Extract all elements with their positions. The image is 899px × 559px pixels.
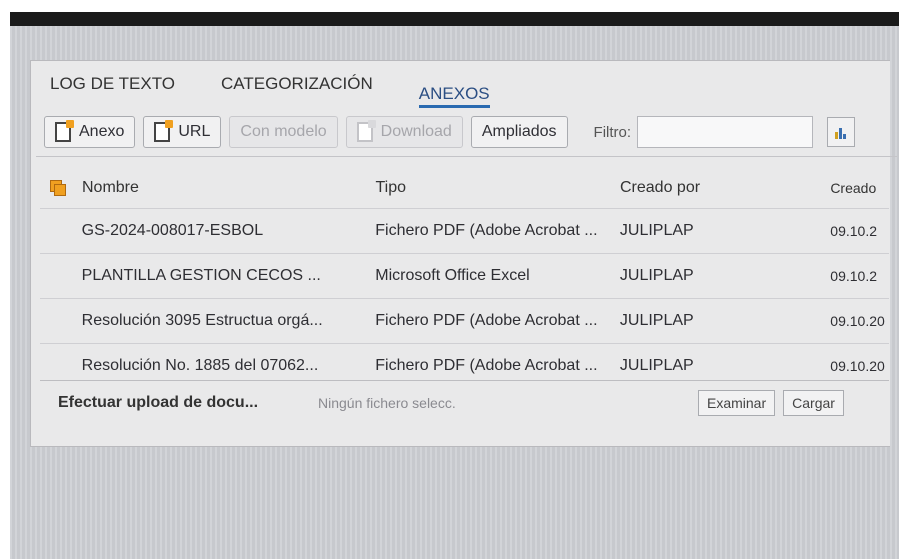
cell-tipo: Microsoft Office Excel <box>375 267 530 284</box>
toolbar: Anexo URL Con modelo Download Ampliados … <box>36 108 897 157</box>
stack-icon <box>50 180 66 196</box>
download-icon <box>356 120 376 142</box>
tab-bar: LOG DE TEXTO CATEGORIZACIÓN ANEXOS <box>50 68 536 108</box>
cell-tipo: Fichero PDF (Adobe Acrobat ... <box>375 357 598 374</box>
cell-nombre[interactable]: GS-2024-008017-ESBOL <box>82 222 376 240</box>
anexo-button[interactable]: Anexo <box>44 116 136 148</box>
new-link-icon <box>154 120 174 142</box>
cell-nombre[interactable]: Resolución 3095 Estructua orgá... <box>82 312 376 330</box>
url-button[interactable]: URL <box>143 116 222 148</box>
table-row[interactable]: Resolución 3095 Estructua orgá... Ficher… <box>40 298 889 343</box>
upload-label: Efectuar upload de docu... <box>58 394 259 411</box>
filter-input[interactable] <box>637 116 814 148</box>
column-header-tipo[interactable]: Tipo <box>375 179 620 197</box>
download-button-label: Download <box>380 123 452 140</box>
column-header-nombre[interactable]: Nombre <box>82 179 375 197</box>
tab-log-de-texto[interactable]: LOG DE TEXTO <box>50 68 175 108</box>
con-modelo-button[interactable]: Con modelo <box>229 116 338 148</box>
con-modelo-button-label: Con modelo <box>240 123 327 140</box>
upload-bar: Efectuar upload de docu... Ningún ficher… <box>40 380 889 425</box>
cell-creado: 09.10.2 <box>830 268 877 284</box>
cell-creado-por: JULIPLAP <box>619 357 694 374</box>
cell-creado-por: JULIPLAP <box>619 267 694 284</box>
cell-nombre[interactable]: Resolución No. 1885 del 07062... <box>82 357 376 375</box>
cell-creado: 09.10.20 <box>830 313 885 329</box>
table-header: Nombre Tipo Creado por Creado <box>40 168 889 208</box>
screen-bezel-top <box>10 12 899 26</box>
column-header-creado-por[interactable]: Creado por <box>620 179 830 197</box>
table-row[interactable]: PLANTILLA GESTION CECOS ... Microsoft Of… <box>40 253 889 298</box>
chart-button[interactable] <box>827 117 856 147</box>
ampliados-button-label: Ampliados <box>481 123 557 140</box>
url-button-label: URL <box>178 123 211 140</box>
column-header-creado[interactable]: Creado <box>830 180 889 196</box>
ampliados-button[interactable]: Ampliados <box>470 116 568 148</box>
selected-file-text: Ningún fichero selecc. <box>318 395 456 411</box>
cell-creado-por: JULIPLAP <box>619 312 694 329</box>
cell-tipo: Fichero PDF (Adobe Acrobat ... <box>375 222 598 239</box>
bar-chart-icon <box>835 128 847 139</box>
cargar-button[interactable]: Cargar <box>783 390 844 416</box>
examinar-button[interactable]: Examinar <box>698 390 776 416</box>
download-button[interactable]: Download <box>345 116 463 148</box>
cell-creado: 09.10.20 <box>830 358 885 374</box>
cell-creado: 09.10.2 <box>830 223 877 239</box>
cell-nombre[interactable]: PLANTILLA GESTION CECOS ... <box>82 267 376 285</box>
select-all-cell[interactable] <box>50 180 66 196</box>
tab-categorizacion[interactable]: CATEGORIZACIÓN <box>221 68 373 108</box>
table-row[interactable]: GS-2024-008017-ESBOL Fichero PDF (Adobe … <box>40 208 889 253</box>
new-document-icon <box>55 120 74 142</box>
attachments-table: Nombre Tipo Creado por Creado GS-2024-00… <box>40 168 889 388</box>
cell-tipo: Fichero PDF (Adobe Acrobat ... <box>375 312 598 329</box>
filter-label: Filtro: <box>593 123 632 141</box>
anexo-button-label: Anexo <box>79 123 125 140</box>
tab-anexos[interactable]: ANEXOS <box>418 78 490 108</box>
cell-creado-por: JULIPLAP <box>619 222 694 239</box>
